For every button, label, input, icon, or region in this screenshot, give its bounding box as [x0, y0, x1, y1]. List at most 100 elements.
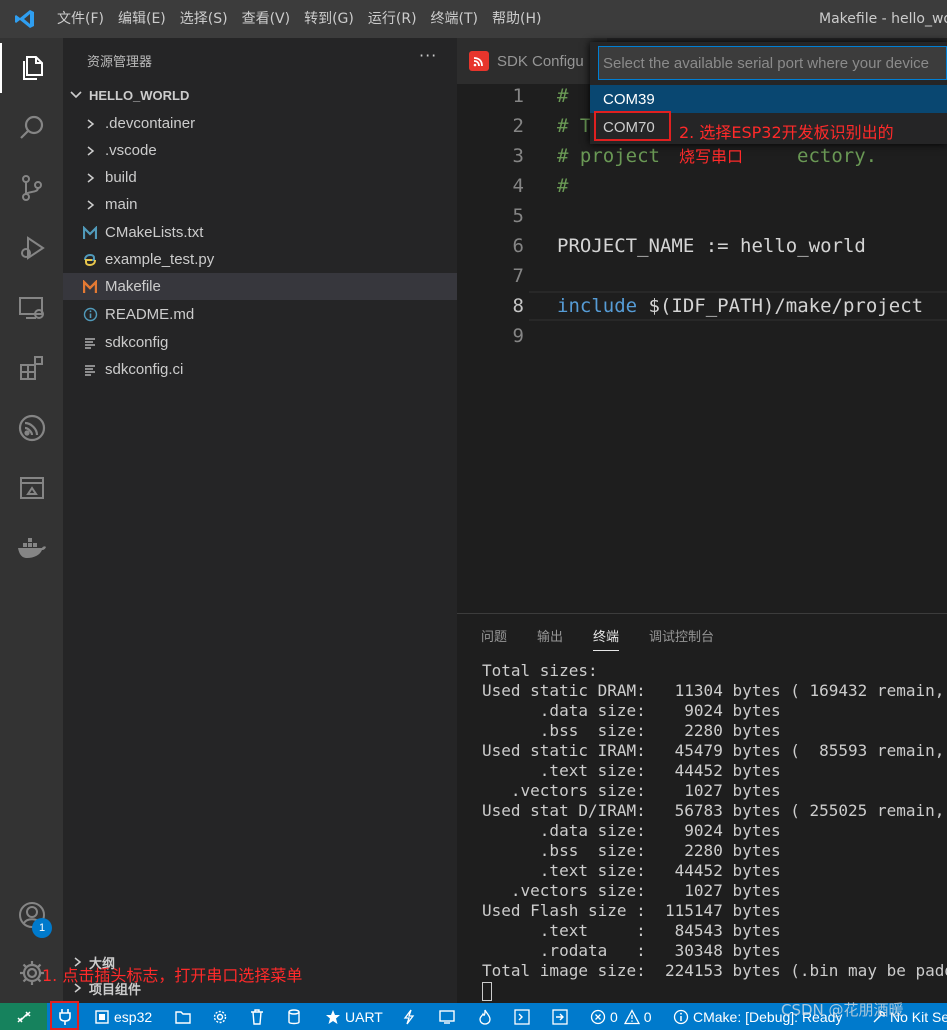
trash-icon[interactable]	[250, 1003, 264, 1030]
activity-bar: 1	[0, 38, 63, 1003]
terminal-line: Used Flash size : 115147 bytes	[482, 901, 781, 920]
problems-indicator[interactable]: 0 0	[590, 1003, 652, 1030]
menu-run[interactable]: 运行(R)	[361, 0, 424, 38]
extensions-icon[interactable]	[0, 343, 63, 393]
menu-file[interactable]: 文件(F)	[50, 0, 111, 38]
menu-edit[interactable]: 编辑(E)	[111, 0, 173, 38]
bottom-panel: 问题 输出 终端 调试控制台 Total sizes: Used static D…	[457, 613, 947, 1003]
tab-label: SDK Configu	[497, 52, 584, 70]
tree-item-label: main	[105, 196, 138, 213]
tree-item-main[interactable]: main	[63, 191, 457, 218]
tab-problems[interactable]: 问题	[481, 626, 507, 651]
line-number: 2	[512, 115, 524, 137]
tree-item-label: .devcontainer	[105, 115, 196, 132]
terminal-box-icon[interactable]	[514, 1003, 530, 1030]
tree-item-label: example_test.py	[105, 251, 215, 268]
code-line-3: # project	[557, 145, 660, 167]
terminal-line: Used stat D/IRAM: 56783 bytes ( 255025 r…	[482, 801, 947, 820]
folder-icon[interactable]	[175, 1003, 191, 1030]
chip-icon	[95, 1009, 109, 1024]
terminal-line: .bss size: 2280 bytes	[482, 721, 781, 740]
terminal-line: .vectors size: 1027 bytes	[482, 881, 781, 900]
tree-item-vscode[interactable]: .vscode	[63, 137, 457, 164]
tree-item-makefile[interactable]: Makefile	[63, 273, 457, 300]
tree-item-cmakelists[interactable]: CMakeLists.txt	[63, 219, 457, 246]
code-line-8: include $(IDF_PATH)/make/project	[557, 295, 924, 317]
tree-item-sdkconfig[interactable]: sdkconfig	[63, 329, 457, 356]
tree-item-example-test[interactable]: example_test.py	[63, 246, 457, 273]
line-number: 9	[512, 325, 524, 347]
tab-debug-console[interactable]: 调试控制台	[649, 626, 714, 651]
chevron-down-icon	[69, 88, 83, 102]
workspace-folder-name: HELLO_WORLD	[89, 87, 190, 103]
terminal-output[interactable]: Total sizes: Used static DRAM: 11304 byte…	[482, 661, 947, 981]
terminal-line: .data size: 9024 bytes	[482, 701, 781, 720]
line-number: 4	[512, 175, 524, 197]
target-chip-button[interactable]: esp32	[94, 1003, 152, 1030]
source-control-icon[interactable]	[0, 163, 63, 213]
panel-tabs: 问题 输出 终端 调试控制台	[481, 626, 744, 651]
remote-indicator-icon[interactable]	[0, 1003, 47, 1030]
account-icon[interactable]: 1	[0, 890, 63, 940]
account-badge: 1	[32, 918, 52, 938]
explorer-icon[interactable]	[0, 43, 63, 93]
warning-count: 0	[643, 1008, 652, 1025]
annotation-step1: 1. 点击插头标志，打开串口选择菜单	[42, 966, 303, 985]
tree-item-label: sdkconfig	[105, 334, 169, 351]
tab-sdk-config[interactable]: SDK Configu	[457, 38, 607, 84]
menu-selection[interactable]: 选择(S)	[173, 0, 235, 38]
tree-item-devcontainer[interactable]: .devcontainer	[63, 110, 457, 137]
serial-port-option-com39[interactable]: COM39	[590, 85, 947, 113]
uart-button[interactable]: UART	[325, 1003, 383, 1030]
tree-item-readme[interactable]: README.md	[63, 301, 457, 328]
text-file-icon	[81, 336, 99, 350]
tree-item-build[interactable]: build	[63, 164, 457, 191]
tab-output[interactable]: 输出	[537, 626, 563, 651]
error-icon	[590, 1009, 606, 1024]
line-number: 3	[512, 145, 524, 167]
terminal-line: .vectors size: 1027 bytes	[482, 781, 781, 800]
database-icon[interactable]	[287, 1003, 301, 1030]
code-line-6: PROJECT_NAME := hello_world	[557, 235, 866, 257]
code-line-4: #	[557, 175, 569, 197]
monitor-icon[interactable]	[439, 1003, 455, 1030]
menu-help[interactable]: 帮助(H)	[485, 0, 548, 38]
annotation-step2-line1: 2. 选择ESP32开发板识别出的	[679, 123, 894, 142]
tab-terminal[interactable]: 终端	[593, 626, 620, 651]
serial-port-search-input[interactable]	[603, 54, 943, 72]
chevron-right-icon	[81, 118, 99, 130]
flash-icon[interactable]	[403, 1003, 415, 1030]
terminal-line: .data size: 9024 bytes	[482, 821, 781, 840]
docker-icon[interactable]	[0, 523, 63, 573]
python-file-icon	[81, 253, 99, 267]
terminal-line: .text size: 44452 bytes	[482, 761, 781, 780]
target-chip-label: esp32	[114, 1008, 153, 1025]
tree-item-label: README.md	[105, 306, 195, 323]
title-bar: 文件(F) 编辑(E) 选择(S) 查看(V) 转到(G) 运行(R) 终端(T…	[0, 0, 947, 38]
tree-item-label: CMakeLists.txt	[105, 224, 204, 241]
tree-item-sdkconfig-ci[interactable]: sdkconfig.ci	[63, 356, 457, 383]
annotation-box-com70	[594, 111, 671, 141]
espressif-icon[interactable]	[0, 403, 63, 453]
quick-pick-input-box	[598, 46, 947, 80]
chevron-right-icon	[81, 199, 99, 211]
build-flame-icon[interactable]	[478, 1003, 492, 1030]
code-line-3-tail: ectory.	[797, 145, 878, 167]
flash-monitor-icon[interactable]	[552, 1003, 568, 1030]
info-icon	[81, 307, 99, 322]
menu-go[interactable]: 转到(G)	[297, 0, 361, 38]
tree-item-label: sdkconfig.ci	[105, 361, 184, 378]
run-debug-icon[interactable]	[0, 223, 63, 273]
explorer-sidebar: 资源管理器 ··· HELLO_WORLD .devcontainer .vsc…	[63, 38, 457, 1003]
menu-terminal[interactable]: 终端(T)	[424, 0, 485, 38]
watermark: CSDN @花朋酒暖	[781, 1001, 904, 1019]
remote-explorer-icon[interactable]	[0, 283, 63, 333]
workspace-folder-header[interactable]: HELLO_WORLD	[63, 84, 457, 106]
device-icon[interactable]	[0, 463, 63, 513]
search-icon[interactable]	[0, 103, 63, 153]
line-number: 7	[512, 265, 524, 287]
more-actions-icon[interactable]: ···	[419, 46, 437, 65]
menu-view[interactable]: 查看(V)	[235, 0, 298, 38]
settings-gear-icon[interactable]	[212, 1003, 228, 1030]
terminal-line: .text : 84543 bytes	[482, 921, 781, 940]
